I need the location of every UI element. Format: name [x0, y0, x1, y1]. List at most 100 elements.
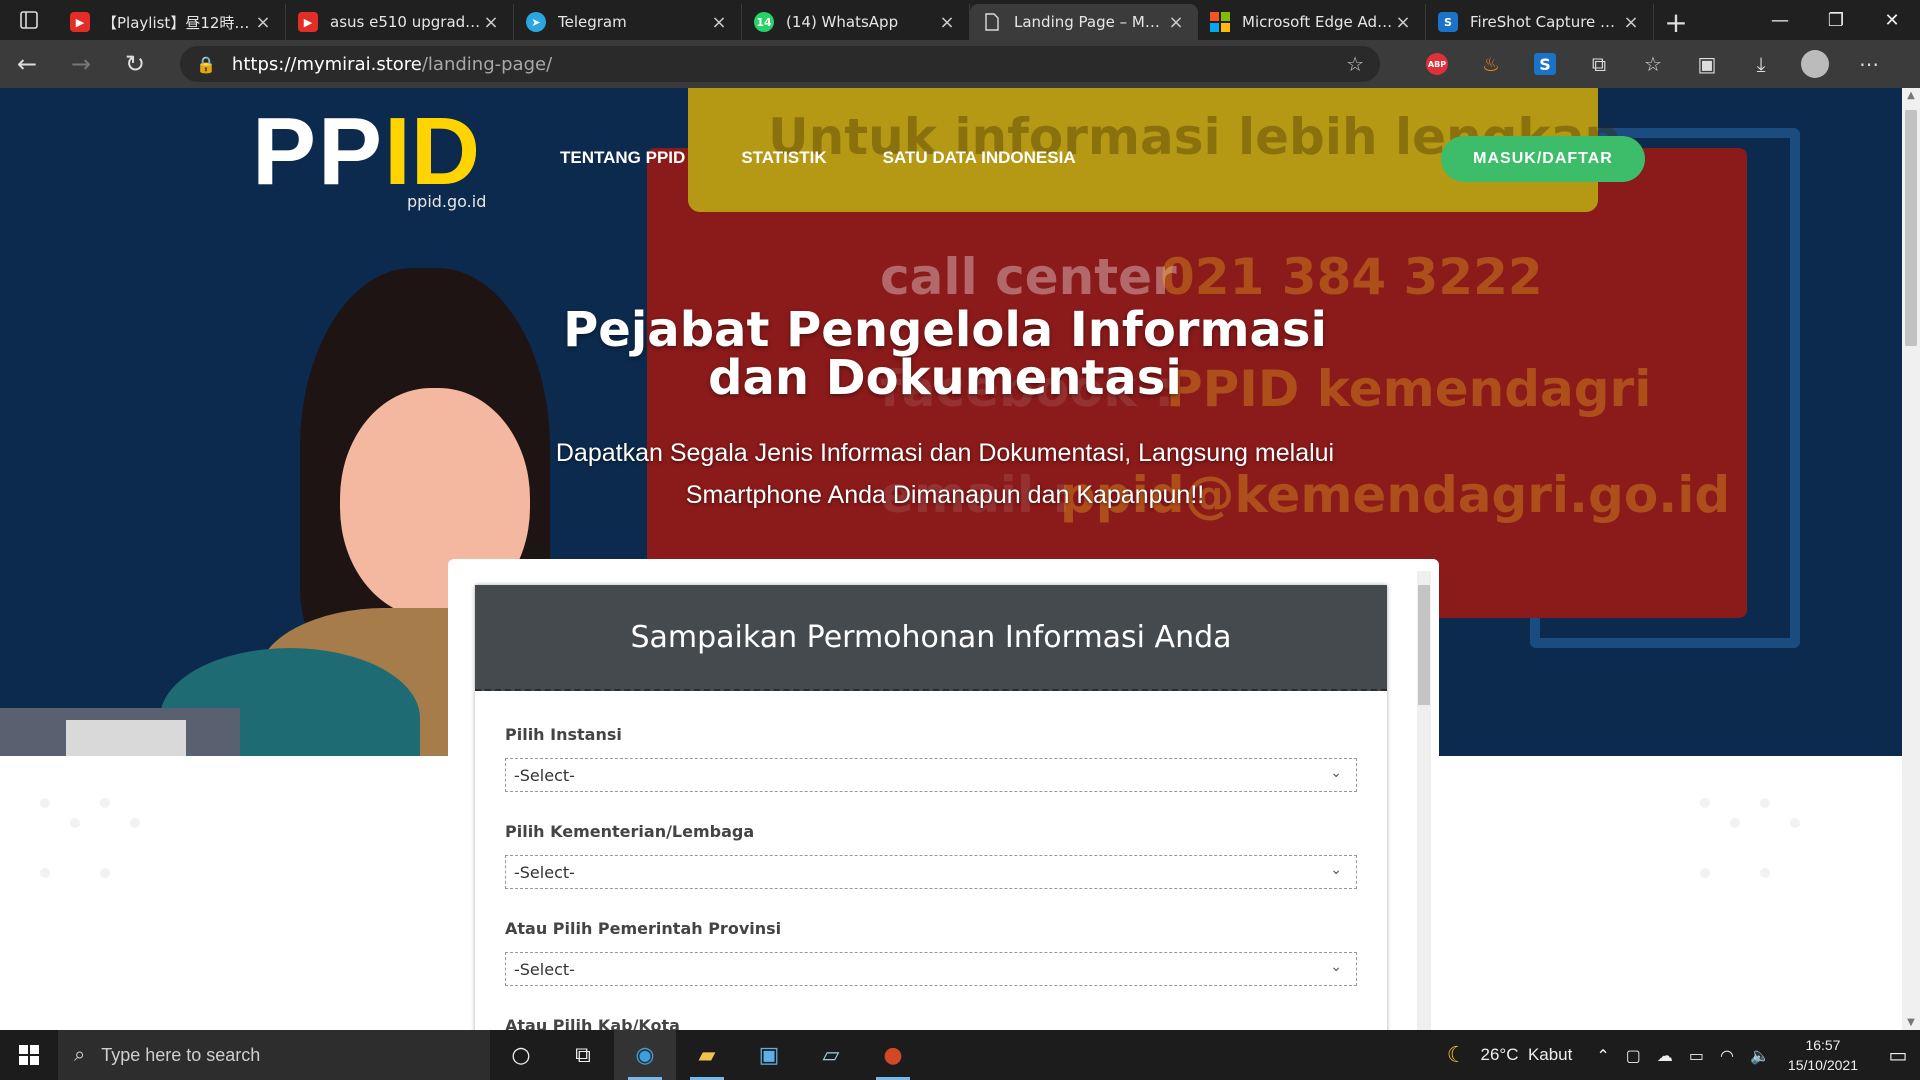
taskbar-notes[interactable]: ▱ — [800, 1030, 862, 1080]
extensions-puzzle-icon[interactable]: ⧉ — [1572, 40, 1626, 88]
forward-button[interactable]: → — [54, 40, 108, 88]
url-host: https://mymirai.store — [231, 53, 422, 75]
logo-pp-text: PP — [252, 98, 385, 205]
provinsi-select[interactable]: -Select- ⌄ — [505, 952, 1357, 986]
scroll-down-icon[interactable]: ▼ — [1902, 1017, 1920, 1028]
field-provinsi: Atau Pilih Pemerintah Provinsi -Select- … — [505, 919, 1357, 986]
adblock-plus-icon[interactable]: ABP — [1426, 53, 1448, 75]
taskbar-clock[interactable]: 16:57 15/10/2021 — [1788, 1035, 1858, 1075]
clock-date: 15/10/2021 — [1787, 1057, 1858, 1073]
windows-taskbar: ⌕ Type here to search ○ ⧉ ◉ ▰ ▣ ▱ ● ☾ 26… — [0, 1030, 1920, 1080]
instansi-select[interactable]: -Select- ⌄ — [505, 758, 1357, 792]
cortana-button[interactable]: ○ — [490, 1030, 552, 1080]
taskbar-edge[interactable]: ◉ — [614, 1030, 676, 1080]
form-scrollbar-thumb[interactable] — [1418, 585, 1430, 705]
page-scrollbar[interactable]: ▲ ▼ — [1902, 88, 1920, 1030]
window-controls: — ❐ ✕ — [1752, 0, 1920, 40]
settings-more-icon[interactable]: ⋯ — [1842, 40, 1896, 88]
battery-icon[interactable]: ▭ — [1689, 1046, 1704, 1065]
browser-tab[interactable]: 14 (14) WhatsApp × — [742, 4, 970, 40]
field-label: Pilih Instansi — [505, 725, 622, 744]
lock-icon: 🔒 — [196, 54, 216, 74]
search-icon: ⌕ — [74, 1043, 86, 1066]
arrow-left-icon: ← — [16, 50, 38, 78]
browser-tab[interactable]: ▶ 【Playlist】昼12時過ぎた × — [58, 4, 286, 40]
nav-tentang-ppid[interactable]: TENTANG PPID — [560, 148, 685, 168]
minimize-button[interactable]: — — [1752, 0, 1808, 40]
browser-tab[interactable]: S FireShot Capture 001 × — [1426, 4, 1654, 40]
refresh-button[interactable]: ↻ — [108, 40, 162, 88]
close-tab-icon[interactable]: × — [709, 12, 729, 33]
hero-callcenter-label: call center — [880, 248, 1177, 306]
whatsapp-icon: 14 — [754, 12, 774, 32]
request-form: Sampaikan Permohonan Informasi Anda Pili… — [475, 585, 1387, 1030]
favorites-icon[interactable]: ☆ — [1626, 40, 1680, 88]
chevron-down-icon: ⌄ — [1330, 862, 1342, 878]
windows-logo-icon — [19, 1045, 39, 1065]
form-title: Sampaikan Permohonan Informasi Anda — [475, 585, 1387, 691]
back-button[interactable]: ← — [0, 40, 54, 88]
browser-tab[interactable]: ➤ Telegram × — [514, 4, 742, 40]
close-tab-icon[interactable]: × — [1166, 12, 1186, 33]
page-scrollbar-thumb[interactable] — [1905, 110, 1917, 346]
field-instansi: Pilih Instansi -Select- ⌄ — [505, 725, 1357, 792]
form-scrollbar[interactable] — [1417, 571, 1431, 1030]
restore-button[interactable]: ❐ — [1808, 0, 1864, 40]
nav-statistik[interactable]: STATISTIK — [741, 148, 826, 168]
powerpoint-icon: ● — [883, 1042, 903, 1068]
extension-flame-icon[interactable]: ♨ — [1464, 40, 1518, 88]
clock-time: 16:57 — [1805, 1037, 1841, 1053]
temperature: 26°C — [1480, 1045, 1519, 1064]
minimize-icon: — — [1771, 9, 1789, 31]
scroll-up-icon[interactable]: ▲ — [1902, 90, 1920, 101]
tab-title: Landing Page – My Bl — [1014, 13, 1166, 31]
notification-icon: ▭ — [1888, 1043, 1908, 1067]
onedrive-cloud-icon[interactable]: ☁ — [1657, 1046, 1673, 1065]
taskbar-app[interactable]: ▣ — [738, 1030, 800, 1080]
nav-satu-data-indonesia[interactable]: SATU DATA INDONESIA — [883, 148, 1076, 168]
weather-condition: Kabut — [1527, 1045, 1573, 1064]
close-tab-icon[interactable]: × — [1393, 12, 1413, 33]
new-tab-button[interactable]: + — [1654, 4, 1698, 40]
browser-tab[interactable]: ▶ asus e510 upgrade - Y × — [286, 4, 514, 40]
collections-icon[interactable]: ▣ — [1680, 40, 1734, 88]
task-view-icon: ⧉ — [575, 1042, 591, 1068]
close-tab-icon[interactable]: × — [481, 12, 501, 33]
add-favorite-icon[interactable]: ☆ — [1346, 52, 1364, 76]
weather-widget[interactable]: ☾ 26°C Kabut — [1447, 1042, 1573, 1068]
close-tab-icon[interactable]: × — [1621, 12, 1641, 33]
fireshot-extension-icon[interactable]: S — [1534, 53, 1556, 75]
telegram-icon: ➤ — [526, 12, 546, 32]
select-value: -Select- — [514, 959, 575, 979]
kementerian-select[interactable]: -Select- ⌄ — [505, 855, 1357, 889]
taskbar-search[interactable]: ⌕ Type here to search — [58, 1030, 490, 1080]
chevron-up-icon[interactable]: ⌃ — [1596, 1046, 1609, 1065]
ppid-logo[interactable]: PP ID — [252, 104, 480, 204]
taskbar-file-explorer[interactable]: ▰ — [676, 1030, 738, 1080]
youtube-icon: ▶ — [70, 12, 90, 32]
close-tab-icon[interactable]: × — [937, 12, 957, 33]
address-bar[interactable]: 🔒 https://mymirai.store/landing-page/ ☆ — [180, 46, 1380, 82]
notes-icon: ▱ — [822, 1042, 840, 1068]
volume-icon[interactable]: 🔈 — [1750, 1046, 1770, 1065]
folder-icon: ▰ — [698, 1042, 716, 1068]
tab-actions-button[interactable] — [0, 0, 58, 40]
task-view-button[interactable]: ⧉ — [552, 1030, 614, 1080]
notification-center-button[interactable]: ▭ — [1876, 1030, 1920, 1080]
hero-subtitle-line2: Smartphone Anda Dimanapun dan Kapanpun!! — [685, 481, 1205, 509]
login-register-button[interactable]: MASUK/DAFTAR — [1441, 136, 1645, 182]
taskbar-powerpoint[interactable]: ● — [862, 1030, 924, 1080]
browser-tab[interactable]: Microsoft Edge Add-o × — [1198, 4, 1426, 40]
field-kementerian: Pilih Kementerian/Lembaga -Select- ⌄ — [505, 822, 1357, 889]
profile-avatar[interactable] — [1801, 50, 1829, 78]
close-icon: ✕ — [1884, 9, 1900, 31]
close-tab-icon[interactable]: × — [253, 12, 273, 33]
wifi-icon[interactable]: ◠ — [1720, 1046, 1734, 1065]
downloads-icon[interactable]: ⤓ — [1734, 40, 1788, 88]
page-icon — [982, 12, 1002, 32]
device-icon[interactable]: ▢ — [1626, 1046, 1641, 1065]
start-button[interactable] — [0, 1030, 58, 1080]
browser-tab-active[interactable]: Landing Page – My Bl × — [970, 4, 1198, 40]
browser-toolbar: ← → ↻ 🔒 https://mymirai.store/landing-pa… — [0, 40, 1920, 88]
close-window-button[interactable]: ✕ — [1864, 0, 1920, 40]
